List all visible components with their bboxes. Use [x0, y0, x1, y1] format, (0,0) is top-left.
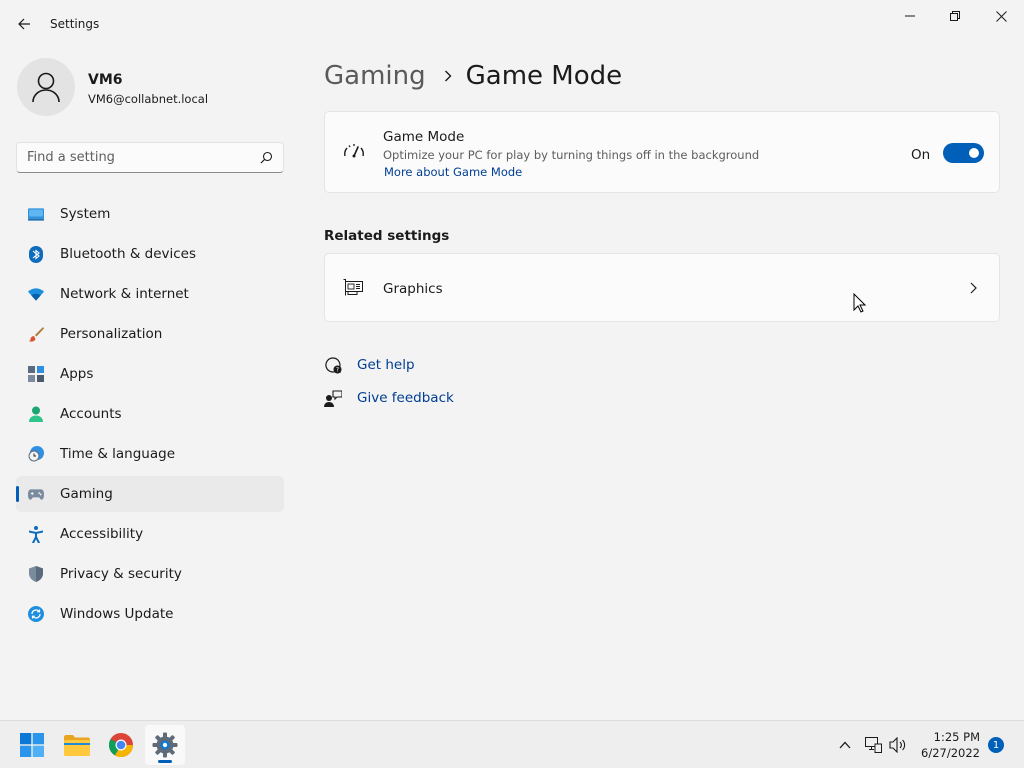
notification-badge[interactable]: 1: [988, 737, 1004, 753]
sidebar-item-label: Time & language: [60, 446, 176, 462]
game-mode-card: Game Mode Optimize your PC for play by t…: [324, 111, 1000, 193]
sidebar-item-label: Privacy & security: [60, 566, 182, 582]
toggle-state-label: On: [911, 147, 931, 163]
svg-text:?: ?: [335, 366, 338, 373]
bluetooth-icon: [28, 245, 44, 263]
help-chat-icon: ?: [324, 356, 342, 374]
give-feedback-label: Give feedback: [357, 390, 454, 406]
show-hidden-icons-button[interactable]: [835, 735, 855, 755]
sidebar-item-label: Personalization: [60, 326, 163, 342]
minimize-button[interactable]: [887, 4, 933, 28]
settings-app-button[interactable]: [145, 725, 185, 765]
file-explorer-button[interactable]: [57, 725, 97, 765]
get-help-link[interactable]: ? Get help: [324, 356, 415, 374]
sidebar-item-system[interactable]: System: [16, 196, 284, 232]
sidebar-item-label: System: [60, 206, 111, 222]
wifi-icon: [28, 286, 44, 302]
sidebar-item-bluetooth[interactable]: Bluetooth & devices: [16, 236, 284, 272]
chevron-right-icon: [444, 70, 452, 82]
sidebar-item-label: Accounts: [60, 406, 122, 422]
back-button[interactable]: [12, 12, 36, 36]
related-settings-heading: Related settings: [324, 228, 450, 244]
sidebar-item-apps[interactable]: Apps: [16, 356, 284, 392]
sidebar-item-privacy-security[interactable]: Privacy & security: [16, 556, 284, 592]
feedback-icon: [324, 389, 342, 407]
restore-icon: [950, 11, 960, 21]
clock-time: 1:25 PM: [933, 730, 980, 744]
taskbar: 1:25 PM 6/27/2022 1: [0, 720, 1024, 768]
app-title: Settings: [50, 17, 100, 31]
sidebar-item-label: Apps: [60, 366, 94, 382]
search-box[interactable]: [16, 142, 284, 173]
gamepad-icon: [28, 486, 44, 502]
monitor-icon: [28, 206, 44, 222]
get-help-label: Get help: [357, 357, 415, 373]
game-mode-toggle[interactable]: [943, 143, 984, 163]
chrome-icon: [109, 733, 133, 757]
sidebar-item-label: Bluetooth & devices: [60, 246, 197, 262]
speaker-icon: [889, 737, 906, 753]
search-icon[interactable]: [260, 151, 273, 164]
sidebar-item-label: Accessibility: [60, 526, 144, 542]
sidebar-item-label: Gaming: [60, 486, 113, 502]
gear-icon: [152, 732, 178, 758]
sidebar-item-windows-update[interactable]: Windows Update: [16, 596, 284, 632]
graphics-card[interactable]: Graphics: [324, 253, 1000, 322]
person-icon: [32, 72, 60, 103]
ethernet-icon: [864, 737, 882, 753]
user-email: VM6@collabnet.local: [88, 92, 209, 106]
accessibility-icon: [28, 525, 44, 543]
user-name: VM6: [88, 72, 123, 88]
graphics-card-icon: [343, 279, 363, 296]
sidebar-item-network[interactable]: Network & internet: [16, 276, 284, 312]
sidebar-item-personalization[interactable]: Personalization: [16, 316, 284, 352]
page-title: Game Mode: [465, 61, 623, 91]
sidebar-item-label: Windows Update: [60, 606, 174, 622]
give-feedback-link[interactable]: Give feedback: [324, 389, 454, 407]
sidebar-item-accounts[interactable]: Accounts: [16, 396, 284, 432]
active-app-indicator: [158, 760, 172, 763]
search-input[interactable]: [17, 143, 253, 172]
taskbar-clock[interactable]: 1:25 PM 6/27/2022: [918, 729, 980, 761]
brush-icon: [28, 326, 44, 342]
network-tray-button[interactable]: [863, 735, 883, 755]
clock-date: 6/27/2022: [921, 746, 980, 760]
sidebar-nav: System Bluetooth & devices Network & int…: [16, 196, 284, 636]
breadcrumb-parent-link[interactable]: Gaming: [324, 61, 426, 91]
chevron-right-icon: [970, 282, 977, 294]
breadcrumb: Gaming Game Mode: [324, 58, 622, 94]
chevron-up-icon: [839, 741, 851, 749]
close-button[interactable]: [978, 4, 1024, 28]
sidebar-item-accessibility[interactable]: Accessibility: [16, 516, 284, 552]
sidebar-item-label: Network & internet: [60, 286, 189, 302]
speedometer-icon: [344, 144, 364, 158]
shield-icon: [28, 566, 44, 582]
back-arrow-icon: [18, 18, 30, 30]
avatar[interactable]: [17, 58, 75, 116]
restore-button[interactable]: [932, 4, 978, 28]
game-mode-description: Optimize your PC for play by turning thi…: [383, 148, 760, 162]
windows-logo-icon: [20, 733, 44, 757]
more-about-game-mode-link[interactable]: More about Game Mode: [384, 165, 522, 179]
apps-icon: [28, 366, 44, 382]
sidebar-item-time-language[interactable]: Time & language: [16, 436, 284, 472]
game-mode-title: Game Mode: [383, 129, 465, 145]
sidebar-item-gaming[interactable]: Gaming: [16, 476, 284, 512]
start-button[interactable]: [12, 725, 52, 765]
mouse-cursor-icon: [853, 293, 866, 313]
title-bar: Settings: [0, 0, 1024, 48]
person-icon: [28, 406, 44, 422]
update-icon: [28, 606, 44, 622]
folder-icon: [64, 734, 90, 756]
minimize-icon: [905, 15, 915, 17]
toggle-knob: [969, 148, 979, 158]
chrome-button[interactable]: [101, 725, 141, 765]
active-indicator: [16, 486, 19, 502]
graphics-label: Graphics: [383, 281, 443, 297]
close-icon: [995, 10, 1007, 22]
volume-tray-button[interactable]: [888, 735, 908, 755]
clock-globe-icon: [28, 446, 44, 462]
